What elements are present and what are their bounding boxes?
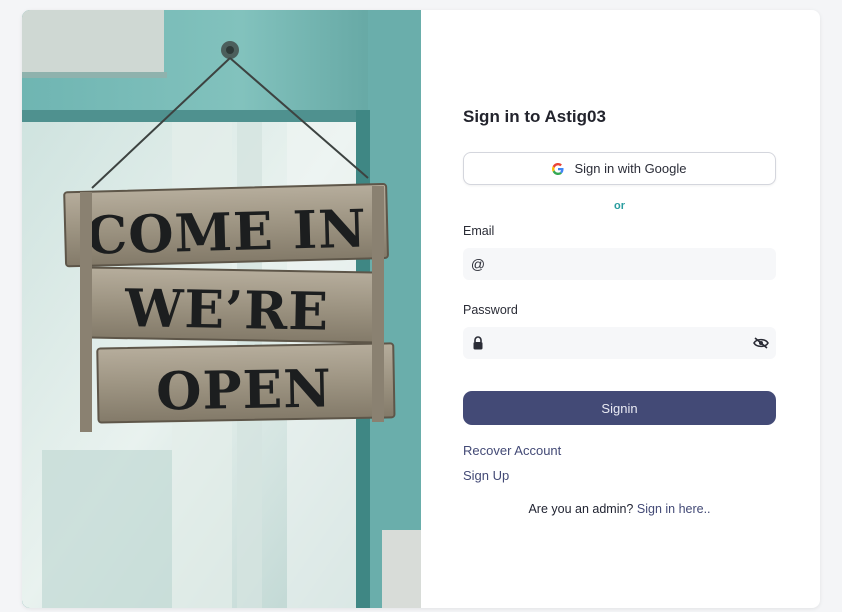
password-label: Password (463, 303, 518, 317)
signin-form: Sign in to Astig03 Sign in with Google o… (463, 106, 776, 518)
email-field[interactable] (463, 248, 776, 280)
password-field-wrapper (463, 327, 776, 359)
open-sign-photo: COME IN WE’RE OPEN (22, 10, 421, 608)
eye-slash-icon[interactable] (752, 335, 770, 351)
page-title: Sign in to Astig03 (463, 107, 606, 126)
admin-row: Are you an admin? Sign in here.. (463, 500, 776, 518)
signin-card: COME IN WE’RE OPEN Sign in to Astig03 Si… (22, 10, 820, 608)
signin-button[interactable]: Signin (463, 391, 776, 425)
at-icon: @ (470, 256, 486, 272)
signin-panel: Sign in to Astig03 Sign in with Google o… (421, 10, 820, 608)
admin-signin-link[interactable]: Sign in here.. (637, 502, 711, 516)
password-field[interactable] (463, 327, 776, 359)
google-icon (552, 162, 565, 175)
admin-prompt: Are you an admin? (528, 502, 634, 516)
sign-line-2: WE’RE (123, 278, 329, 343)
sign-up-link[interactable]: Sign Up (463, 467, 776, 485)
recover-account-link[interactable]: Recover Account (463, 442, 776, 460)
google-signin-label: Sign in with Google (574, 161, 687, 176)
sign-line-1: COME IN (85, 198, 367, 266)
lock-icon (471, 335, 485, 351)
google-signin-button[interactable]: Sign in with Google (463, 152, 776, 185)
email-field-wrapper: @ (463, 248, 776, 280)
divider-or: or (614, 200, 625, 212)
hero-image: COME IN WE’RE OPEN (22, 10, 421, 608)
sign-line-3: OPEN (156, 358, 333, 422)
email-label: Email (463, 224, 495, 238)
